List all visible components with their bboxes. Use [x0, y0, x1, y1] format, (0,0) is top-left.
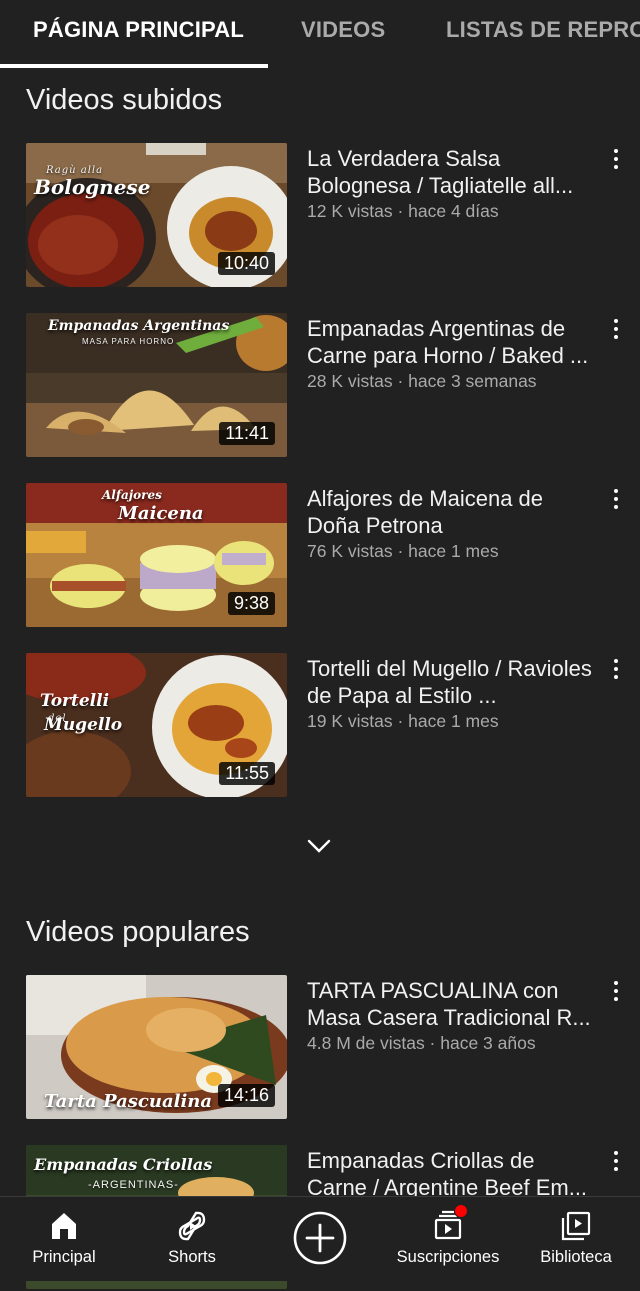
video-meta: Tortelli del Mugello / Ravioles de Papa … — [307, 655, 597, 732]
tab-playlists[interactable]: LISTAS DE REPRODUCCIÓN — [446, 17, 640, 43]
video-meta: Empanadas Argentinas de Carne para Horno… — [307, 315, 597, 392]
video-stats: 28 K vistas · hace 3 semanas — [307, 371, 537, 391]
thumbnail-text: Mugello — [44, 715, 123, 735]
video-thumbnail[interactable]: Alfajores Maicena 9:38 — [26, 483, 287, 627]
more-options-icon[interactable] — [608, 317, 624, 341]
home-icon — [48, 1210, 80, 1242]
video-item[interactable]: Empanadas Argentinas MASA PARA HORNO 11:… — [26, 313, 626, 459]
shorts-icon — [176, 1210, 208, 1242]
video-meta: Empanadas Criollas de Carne / Argentine … — [307, 1147, 597, 1201]
video-stats: 76 K vistas · hace 1 mes — [307, 541, 499, 561]
active-tab-indicator — [0, 64, 268, 68]
video-item[interactable]: Alfajores Maicena 9:38 Alfajores de Maic… — [26, 483, 626, 629]
video-item[interactable]: Tortelli del Mugello 11:55 Tortelli del … — [26, 653, 626, 799]
video-stats: 4.8 M de vistas · hace 3 años — [307, 1033, 536, 1053]
library-icon — [560, 1210, 592, 1242]
channel-tabs: PÁGINA PRINCIPAL VIDEOS LISTAS DE REPROD… — [0, 0, 640, 68]
thumbnail-text: Tarta Pascualina — [44, 1091, 213, 1112]
notification-dot — [454, 1204, 468, 1218]
video-stats: 19 K vistas · hace 1 mes — [307, 711, 499, 731]
more-options-icon[interactable] — [608, 1149, 624, 1173]
create-icon — [293, 1211, 347, 1265]
video-title[interactable]: Tortelli del Mugello / Ravioles de Papa … — [307, 655, 597, 709]
video-thumbnail[interactable]: Ragù alla Bolognese 10:40 — [26, 143, 287, 287]
video-meta: TARTA PASCUALINA con Masa Casera Tradici… — [307, 977, 597, 1054]
video-duration: 9:38 — [227, 592, 275, 615]
video-item[interactable]: Tarta Pascualina 14:16 TARTA PASCUALINA … — [26, 975, 626, 1121]
video-meta: La Verdadera Salsa Bolognesa / Tagliatel… — [307, 145, 597, 222]
video-thumbnail[interactable]: Tarta Pascualina 14:16 — [26, 975, 287, 1119]
video-duration: 14:16 — [217, 1084, 275, 1107]
more-options-icon[interactable] — [608, 147, 624, 171]
nav-create[interactable] — [290, 1197, 350, 1281]
video-title[interactable]: Empanadas Criollas de Carne / Argentine … — [307, 1147, 597, 1201]
nav-subscriptions-label: Suscripciones — [396, 1248, 500, 1266]
tab-videos[interactable]: VIDEOS — [301, 17, 385, 43]
nav-home-label: Principal — [32, 1248, 96, 1266]
video-title[interactable]: La Verdadera Salsa Bolognesa / Tagliatel… — [307, 145, 597, 199]
nav-home[interactable]: Principal — [24, 1197, 104, 1281]
thumbnail-text-sub: MASA PARA HORNO — [82, 337, 175, 346]
nav-library[interactable]: Biblioteca — [532, 1197, 620, 1281]
video-duration: 11:55 — [219, 762, 275, 785]
video-item[interactable]: Ragù alla Bolognese 10:40 La Verdadera S… — [26, 143, 626, 289]
subscriptions-icon — [432, 1204, 468, 1242]
nav-library-label: Biblioteca — [540, 1248, 612, 1266]
video-title[interactable]: Alfajores de Maicena de Doña Petrona — [307, 485, 597, 539]
thumbnail-text: Empanadas Argentinas — [48, 318, 230, 334]
video-title[interactable]: TARTA PASCUALINA con Masa Casera Tradici… — [307, 977, 597, 1031]
thumbnail-text: Maicena — [118, 503, 204, 524]
thumbnail-text: Tortelli — [40, 691, 110, 711]
more-options-icon[interactable] — [608, 657, 624, 681]
video-duration: 10:40 — [217, 252, 275, 275]
section-title-uploaded: Videos subidos — [26, 84, 223, 116]
thumbnail-text: Empanadas Criollas — [34, 1155, 213, 1174]
video-duration: 11:41 — [219, 422, 275, 445]
video-thumbnail[interactable]: Empanadas Argentinas MASA PARA HORNO 11:… — [26, 313, 287, 457]
more-options-icon[interactable] — [608, 979, 624, 1003]
nav-subscriptions[interactable]: Suscripciones — [392, 1197, 504, 1281]
thumbnail-text-sub: -ARGENTINAS- — [88, 1179, 179, 1191]
video-thumbnail[interactable]: Tortelli del Mugello 11:55 — [26, 653, 287, 797]
video-stats: 12 K vistas · hace 4 días — [307, 201, 499, 221]
video-meta: Alfajores de Maicena de Doña Petrona 76 … — [307, 485, 597, 562]
thumbnail-text: Bolognese — [34, 175, 151, 199]
nav-shorts-label: Shorts — [168, 1248, 216, 1266]
chevron-down-icon[interactable] — [305, 836, 333, 856]
thumbnail-text-sub: Alfajores — [102, 488, 162, 502]
section-title-popular: Videos populares — [26, 916, 250, 948]
tab-home[interactable]: PÁGINA PRINCIPAL — [33, 17, 244, 43]
nav-shorts[interactable]: Shorts — [152, 1197, 232, 1281]
bottom-navigation: Principal Shorts Suscripciones Bibliotec… — [0, 1196, 640, 1281]
video-title[interactable]: Empanadas Argentinas de Carne para Horno… — [307, 315, 597, 369]
more-options-icon[interactable] — [608, 487, 624, 511]
